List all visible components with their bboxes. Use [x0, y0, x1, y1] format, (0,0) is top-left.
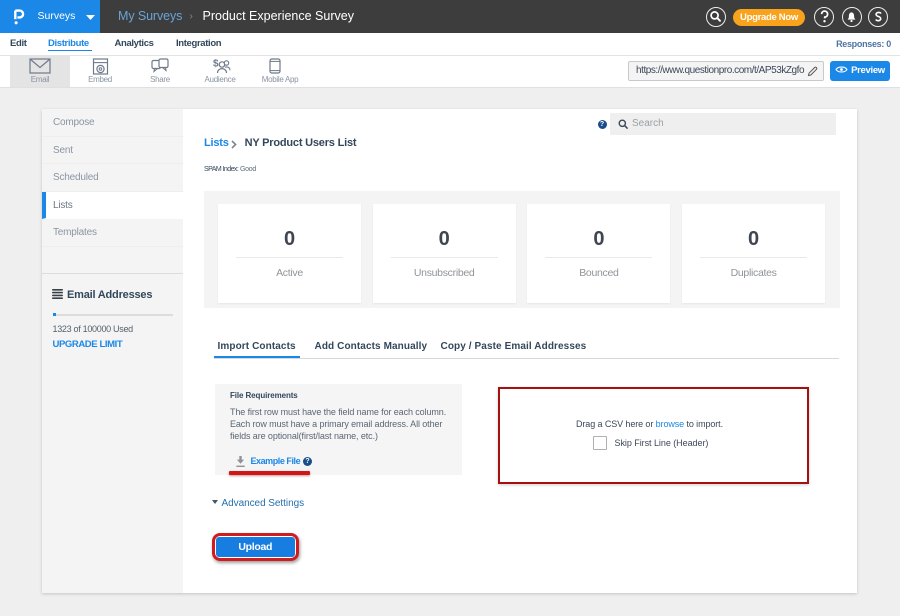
svg-text:SPAM Index:: SPAM Index:: [204, 166, 239, 173]
svg-text:$: $: [213, 59, 219, 70]
svg-text:Good: Good: [240, 166, 256, 173]
